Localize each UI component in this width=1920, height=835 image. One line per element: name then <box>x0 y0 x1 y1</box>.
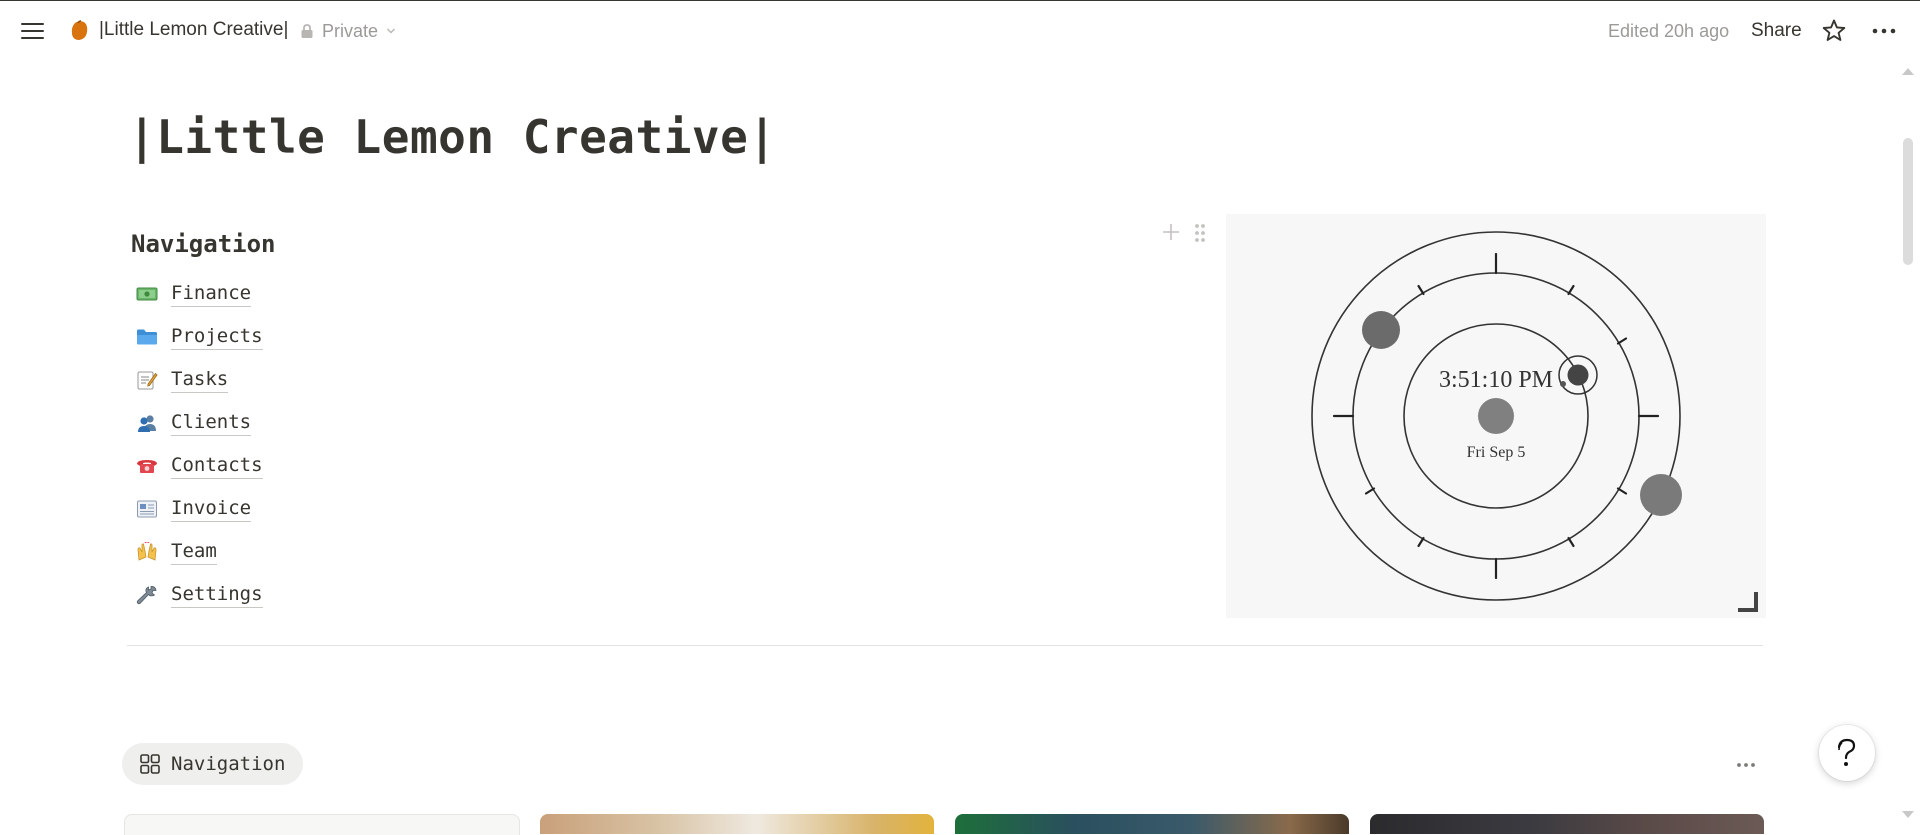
nav-item-projects[interactable]: Projects <box>135 315 263 358</box>
clock-date: Fri Sep 5 <box>1467 444 1526 461</box>
nav-link-label: Settings <box>171 582 263 608</box>
sidebar-menu-icon[interactable] <box>18 19 48 43</box>
breadcrumb-page-title[interactable]: |Little Lemon Creative| <box>99 19 288 41</box>
nav-link-label: Projects <box>171 324 263 350</box>
nav-link-label: Clients <box>171 410 252 436</box>
nav-link-label: Invoice <box>171 496 252 522</box>
money-icon <box>135 283 159 305</box>
folder-icon <box>135 326 159 348</box>
nav-item-team[interactable]: Team <box>135 530 263 573</box>
navigation-heading[interactable]: Navigation <box>131 230 276 258</box>
nav-link-label: Team <box>171 539 217 565</box>
privacy-dropdown[interactable]: Private <box>300 19 404 43</box>
gallery-card-4[interactable] <box>1370 814 1764 834</box>
nav-link-label: Contacts <box>171 453 263 479</box>
people-icon <box>135 412 159 434</box>
lemon-page-icon[interactable] <box>69 20 89 42</box>
divider <box>127 645 1763 646</box>
page-title[interactable]: |Little Lemon Creative| <box>128 110 776 164</box>
gallery-card-3[interactable] <box>955 814 1349 834</box>
gallery-card-1[interactable] <box>124 814 520 835</box>
gallery-view-tab[interactable]: Navigation <box>122 743 304 785</box>
nav-link-label: Finance <box>171 281 252 307</box>
newspaper-icon <box>135 498 159 520</box>
add-block-plus-icon[interactable] <box>1160 221 1182 243</box>
top-bar: |Little Lemon Creative| Private Edited 2… <box>0 1 1920 61</box>
chevron-down-icon <box>387 28 396 34</box>
drag-handle-icon[interactable] <box>1192 221 1208 245</box>
help-question-icon <box>1837 738 1856 766</box>
gallery-grid-icon <box>140 754 160 774</box>
share-button[interactable]: Share <box>1751 20 1802 42</box>
view-tab-label: Navigation <box>171 753 286 775</box>
favorite-star-icon[interactable] <box>1820 17 1848 45</box>
view-more-options-icon[interactable] <box>1734 754 1758 774</box>
lock-icon <box>301 24 313 38</box>
navigation-list: Finance Projects Tasks Clients Contacts … <box>135 272 263 616</box>
scroll-down-arrow-icon[interactable] <box>1899 808 1917 822</box>
orbit-clock-graphic: 3:51:10 PM Fri Sep 5 <box>1311 231 1682 601</box>
telephone-icon <box>135 455 159 477</box>
help-button[interactable] <box>1819 725 1875 781</box>
nav-item-invoice[interactable]: Invoice <box>135 487 263 530</box>
nav-item-contacts[interactable]: Contacts <box>135 444 263 487</box>
scrollbar-thumb[interactable] <box>1903 138 1913 265</box>
nav-link-label: Tasks <box>171 367 229 393</box>
edited-timestamp[interactable]: Edited 20h ago <box>1608 21 1729 42</box>
memo-icon <box>135 369 159 391</box>
more-options-icon[interactable] <box>1870 17 1898 45</box>
scroll-up-arrow-icon[interactable] <box>1899 64 1917 78</box>
nav-item-finance[interactable]: Finance <box>135 272 263 315</box>
nav-item-clients[interactable]: Clients <box>135 401 263 444</box>
privacy-label: Private <box>322 20 379 41</box>
orbit-clock-widget[interactable]: 3:51:10 PM Fri Sep 5 <box>1226 214 1766 618</box>
wrench-icon <box>135 584 159 606</box>
raised-hands-icon <box>135 541 159 563</box>
clock-time: 3:51:10 PM <box>1439 367 1553 393</box>
resize-handle-icon[interactable] <box>1734 588 1760 614</box>
gallery-card-2[interactable] <box>540 814 934 834</box>
nav-item-tasks[interactable]: Tasks <box>135 358 263 401</box>
nav-item-settings[interactable]: Settings <box>135 573 263 616</box>
